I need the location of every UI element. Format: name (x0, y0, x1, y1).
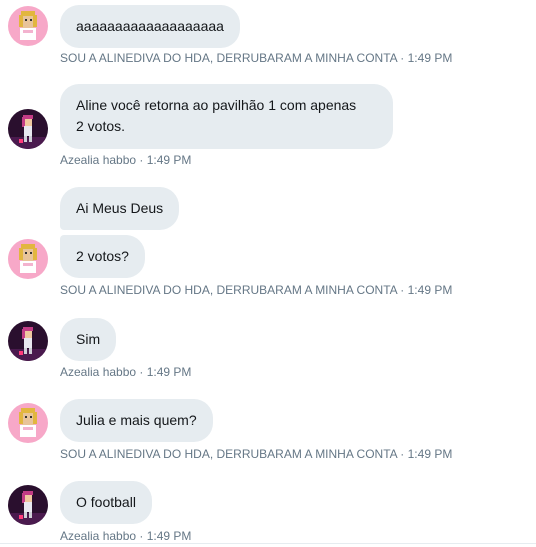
message-meta: SOU A ALINEDIVA DO HDA, DERRUBARAM A MIN… (60, 283, 453, 297)
message-meta: SOU A ALINEDIVA DO HDA, DERRUBARAM A MIN… (60, 447, 453, 461)
message-text: Ai Meus Deus (76, 200, 164, 216)
message-meta: Azealia habbo · 1:49 PM (60, 529, 192, 543)
aline-avatar[interactable] (8, 6, 48, 46)
azealia-avatar-image (8, 321, 48, 361)
divider (0, 543, 536, 544)
aline-avatar[interactable] (8, 239, 48, 279)
azealia-avatar-image (8, 485, 48, 525)
message-bubble[interactable]: aaaaaaaaaaaaaaaaaaa (60, 5, 240, 48)
message-bubble[interactable]: Sim (60, 318, 117, 361)
message-text: Sim (76, 331, 101, 347)
conversation-thread: aaaaaaaaaaaaaaaaaaa SOU A ALINEDIVA DO H… (0, 0, 536, 547)
aline-avatar-image (8, 403, 48, 443)
message-text: 2 votos? (76, 248, 129, 264)
azealia-avatar[interactable] (8, 109, 48, 149)
message-meta: Azealia habbo · 1:49 PM (60, 153, 192, 167)
azealia-avatar-image (8, 109, 48, 149)
aline-avatar[interactable] (8, 403, 48, 443)
message-text-line: Aline você retorna ao pavilhão 1 com ape… (76, 97, 357, 113)
message-text: O football (76, 494, 136, 510)
azealia-avatar[interactable] (8, 321, 48, 361)
message-meta: SOU A ALINEDIVA DO HDA, DERRUBARAM A MIN… (60, 51, 453, 65)
message-meta: Azealia habbo · 1:49 PM (60, 365, 192, 379)
message-text: aaaaaaaaaaaaaaaaaaa (76, 18, 224, 34)
azealia-avatar[interactable] (8, 485, 48, 525)
message-bubble[interactable]: 2 votos? (60, 235, 145, 278)
message-bubble[interactable]: Aline você retorna ao pavilhão 1 com ape… (60, 84, 393, 149)
message-bubble[interactable]: O football (60, 481, 152, 524)
message-text-line: 2 votos. (76, 118, 126, 134)
message-bubble[interactable]: Julia e mais quem? (60, 399, 213, 442)
message-text: Julia e mais quem? (76, 412, 197, 428)
message-bubble[interactable]: Ai Meus Deus (60, 187, 180, 230)
aline-avatar-image (8, 239, 48, 279)
aline-avatar-image (8, 6, 48, 46)
